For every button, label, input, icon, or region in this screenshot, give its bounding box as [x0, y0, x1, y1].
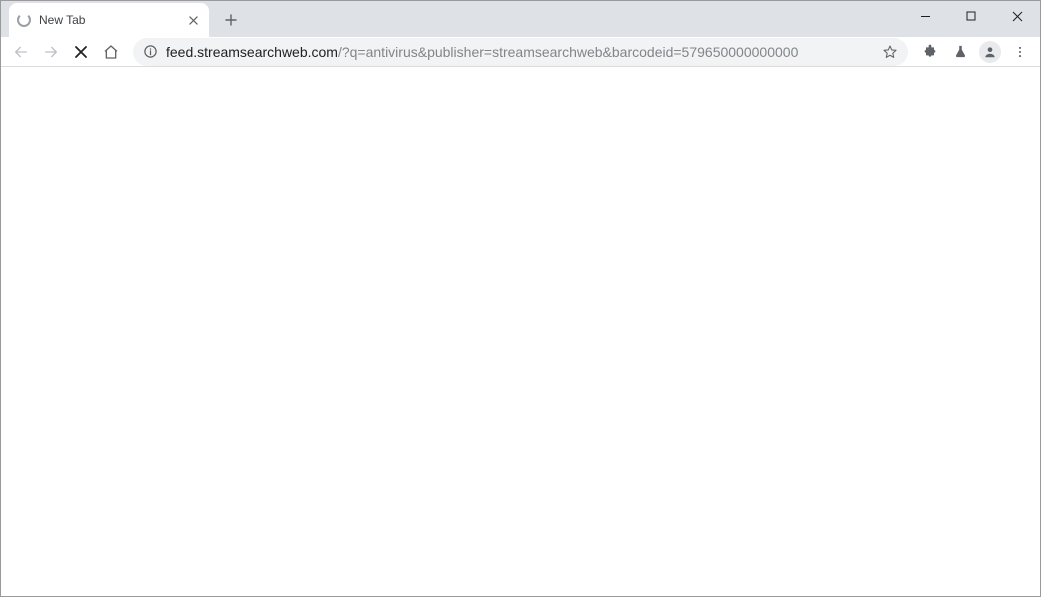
minimize-icon [920, 11, 931, 22]
nav-stop-button[interactable] [67, 38, 95, 66]
loading-spinner-icon [17, 13, 31, 27]
site-info-button[interactable] [143, 44, 158, 59]
window-minimize-button[interactable] [902, 1, 948, 31]
toolbar: feed.streamsearchweb.com/?q=antivirus&pu… [1, 37, 1040, 67]
person-icon [983, 45, 997, 59]
avatar [979, 41, 1001, 63]
tab-new-tab[interactable]: New Tab [9, 3, 209, 37]
page-content [1, 67, 1040, 596]
menu-button[interactable] [1006, 38, 1034, 66]
url-path: /?q=antivirus&publisher=streamsearchweb&… [338, 44, 798, 60]
browser-window: New Tab [0, 0, 1041, 597]
kebab-icon [1013, 45, 1027, 59]
arrow-left-icon [13, 44, 29, 60]
toolbar-right [916, 38, 1034, 66]
home-icon [103, 44, 119, 60]
bookmark-button[interactable] [882, 44, 898, 60]
plus-icon [225, 14, 237, 26]
flask-icon [953, 44, 968, 59]
omnibox[interactable]: feed.streamsearchweb.com/?q=antivirus&pu… [133, 38, 908, 66]
puzzle-icon [922, 44, 938, 60]
close-icon [1012, 11, 1023, 22]
info-icon [143, 44, 158, 59]
extensions-button[interactable] [916, 38, 944, 66]
window-close-button[interactable] [994, 1, 1040, 31]
url-host: feed.streamsearchweb.com [166, 44, 338, 60]
nav-forward-button[interactable] [37, 38, 65, 66]
close-icon [189, 16, 198, 25]
tab-close-button[interactable] [185, 12, 201, 28]
tab-title: New Tab [39, 13, 185, 27]
nav-back-button[interactable] [7, 38, 35, 66]
profile-button[interactable] [976, 38, 1004, 66]
close-icon [74, 45, 88, 59]
url-text[interactable]: feed.streamsearchweb.com/?q=antivirus&pu… [166, 44, 874, 60]
arrow-right-icon [43, 44, 59, 60]
new-tab-button[interactable] [217, 6, 245, 34]
tab-strip: New Tab [1, 1, 1040, 37]
nav-home-button[interactable] [97, 38, 125, 66]
star-icon [882, 44, 898, 60]
labs-button[interactable] [946, 38, 974, 66]
maximize-icon [966, 11, 976, 21]
window-controls [902, 1, 1040, 31]
window-maximize-button[interactable] [948, 1, 994, 31]
